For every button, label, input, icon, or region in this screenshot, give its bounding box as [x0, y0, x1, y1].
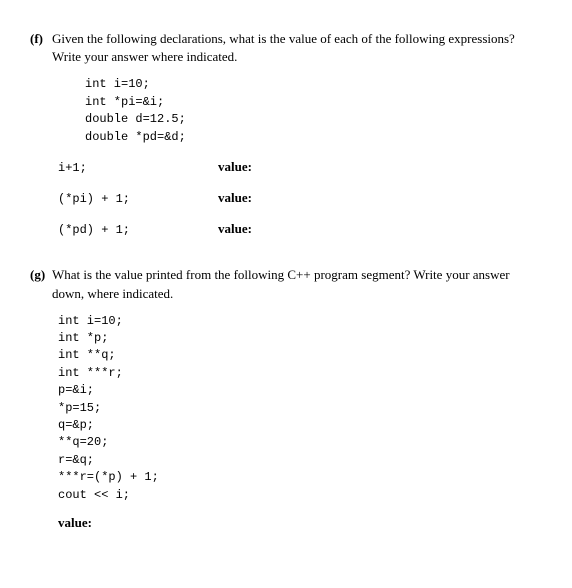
value-label: value:: [218, 189, 252, 207]
expression-row: i+1; value:: [58, 158, 542, 177]
question-g: (g) What is the value printed from the f…: [30, 266, 542, 532]
question-f-declarations: int i=10; int *pi=&i; double d=12.5; dou…: [85, 76, 542, 146]
expression-row: (*pi) + 1; value:: [58, 189, 542, 208]
question-f-prompt: Given the following declarations, what i…: [52, 30, 542, 66]
question-f: (f) Given the following declarations, wh…: [30, 30, 542, 238]
question-f-header: (f) Given the following declarations, wh…: [30, 30, 542, 66]
value-label: value:: [218, 220, 252, 238]
question-g-header: (g) What is the value printed from the f…: [30, 266, 542, 302]
question-f-marker: (f): [30, 30, 52, 66]
value-label: value:: [218, 158, 252, 176]
expression-code: (*pd) + 1;: [58, 222, 218, 239]
expression-code: (*pi) + 1;: [58, 191, 218, 208]
question-g-value-label: value:: [58, 514, 542, 532]
question-g-code: int i=10; int *p; int **q; int ***r; p=&…: [58, 313, 542, 504]
expression-row: (*pd) + 1; value:: [58, 220, 542, 239]
question-g-marker: (g): [30, 266, 52, 302]
question-g-prompt: What is the value printed from the follo…: [52, 266, 542, 302]
expression-code: i+1;: [58, 160, 218, 177]
